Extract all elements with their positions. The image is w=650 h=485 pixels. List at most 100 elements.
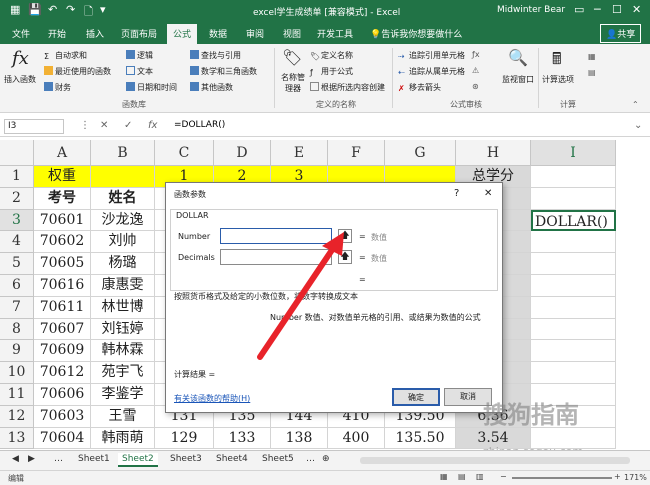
cell-a12[interactable]: 70603 — [34, 405, 91, 428]
more-sheets-icon[interactable]: … — [302, 453, 319, 465]
cell-i10[interactable] — [531, 362, 616, 384]
trace-precedents-button[interactable]: ⇢ 追踪引用单元格 — [398, 50, 465, 61]
recent-functions-button[interactable]: 最近使用的函数 — [44, 66, 111, 77]
page-break-icon[interactable]: ▥ — [476, 472, 484, 481]
row-header-2[interactable]: 2 — [0, 187, 34, 210]
column-header-i[interactable]: I — [531, 140, 616, 166]
page-layout-icon[interactable]: ▤ — [458, 472, 466, 481]
column-header-h[interactable]: H — [456, 140, 531, 166]
cell-a2[interactable]: 考号 — [34, 187, 91, 210]
cell-i7[interactable] — [531, 296, 616, 319]
watch-window-button[interactable]: 监视窗口 — [502, 74, 534, 85]
add-sheet-icon[interactable]: ⊕ — [318, 453, 334, 465]
cell-a9[interactable]: 70609 — [34, 340, 91, 363]
name-manager-button[interactable]: 名称管理器 — [278, 72, 308, 94]
define-name-button[interactable]: 🏷定义名称 — [310, 50, 353, 61]
row-header-9[interactable]: 9 — [0, 340, 34, 363]
autosum-button[interactable]: Σ 自动求和 — [44, 50, 87, 61]
cell-b10[interactable]: 苑宇飞 — [91, 362, 155, 384]
cell-a3[interactable]: 70601 — [34, 209, 91, 232]
insert-function-button[interactable]: 插入函数 — [4, 74, 36, 85]
dialog-close-button[interactable]: ✕ — [484, 188, 492, 199]
cell-b6[interactable]: 康惠雯 — [91, 275, 155, 297]
lookup-button[interactable]: 查找与引用 — [190, 50, 241, 61]
insert-function-fx-button[interactable]: fx — [148, 120, 157, 131]
evaluate-formula-icon[interactable]: ⊛ — [472, 82, 479, 91]
calc-now-icon[interactable]: ▦ — [588, 52, 596, 61]
row-header-10[interactable]: 10 — [0, 362, 34, 384]
trace-dependents-button[interactable]: ⇠ 追踪从属单元格 — [398, 66, 465, 77]
tab-home[interactable]: 开始 — [48, 27, 66, 40]
tab-page-layout[interactable]: 页面布局 — [121, 27, 157, 40]
cell-i8[interactable] — [531, 318, 616, 341]
error-checking-icon[interactable]: ⚠ — [472, 66, 479, 75]
row-header-12[interactable]: 12 — [0, 405, 34, 428]
ribbon-display-icon[interactable]: ▭ — [574, 3, 584, 16]
customize-icon[interactable]: ▾ — [100, 3, 106, 16]
tab-review[interactable]: 审阅 — [246, 27, 264, 40]
prev-sheet-icon[interactable]: ◀ — [8, 453, 23, 465]
zoom-in-icon[interactable]: + — [614, 472, 621, 481]
new-file-icon[interactable]: 🗋 — [84, 3, 93, 22]
insert-function-icon[interactable]: fx — [12, 48, 29, 69]
collapse-dialog-button-2[interactable]: 🡅 — [338, 250, 352, 264]
cell-b11[interactable]: 李鉴学 — [91, 384, 155, 406]
cell-c13[interactable]: 129 — [155, 427, 214, 450]
cell-f13[interactable]: 400 — [328, 427, 385, 450]
cell-b7[interactable]: 林世博 — [91, 296, 155, 319]
normal-view-icon[interactable]: ▦ — [440, 472, 448, 481]
cell-b5[interactable]: 杨璐 — [91, 253, 155, 275]
undo-icon[interactable]: ↶ — [48, 3, 57, 16]
row-header-3[interactable]: 3 — [0, 209, 34, 232]
cell-i6[interactable] — [531, 275, 616, 297]
use-in-formula-button[interactable]: ƒ 用于公式 — [310, 66, 353, 77]
select-all-corner[interactable] — [0, 140, 34, 166]
tab-file[interactable]: 文件 — [12, 27, 30, 40]
close-icon[interactable]: ✕ — [632, 3, 641, 16]
cell-i4[interactable] — [531, 231, 616, 254]
collapse-dialog-button[interactable]: 🡅 — [338, 229, 352, 243]
row-header-4[interactable]: 4 — [0, 231, 34, 254]
column-header-g[interactable]: G — [385, 140, 456, 166]
row-header-13[interactable]: 13 — [0, 427, 34, 450]
redo-icon[interactable]: ↷ — [66, 3, 75, 16]
remove-arrows-button[interactable]: ✗ 移去箭头 — [398, 82, 441, 93]
cell-a4[interactable]: 70602 — [34, 231, 91, 254]
cell-i3[interactable]: DOLLAR() — [531, 209, 616, 232]
cell-b13[interactable]: 韩雨萌 — [91, 427, 155, 450]
tab-developer[interactable]: 开发工具 — [317, 27, 353, 40]
cell-a11[interactable]: 70606 — [34, 384, 91, 406]
column-header-d[interactable]: D — [214, 140, 271, 166]
calc-sheet-icon[interactable]: ▤ — [588, 68, 596, 77]
cell-a7[interactable]: 70611 — [34, 296, 91, 319]
cell-b3[interactable]: 沙龙逸 — [91, 209, 155, 232]
cell-b1[interactable] — [91, 166, 155, 188]
column-header-e[interactable]: E — [271, 140, 328, 166]
sheet-tab-sheet5[interactable]: Sheet5 — [258, 453, 298, 465]
zoom-level[interactable]: 171% — [624, 473, 647, 482]
horizontal-scrollbar[interactable] — [360, 457, 630, 464]
column-header-f[interactable]: F — [328, 140, 385, 166]
row-header-11[interactable]: 11 — [0, 384, 34, 406]
calc-options-button[interactable]: 计算选项 — [542, 74, 574, 85]
cell-a6[interactable]: 70616 — [34, 275, 91, 297]
more-sheets-icon[interactable]: … — [50, 453, 67, 465]
cell-a5[interactable]: 70605 — [34, 253, 91, 275]
zoom-slider[interactable] — [512, 477, 612, 479]
number-input[interactable] — [220, 228, 332, 244]
cell-b8[interactable]: 刘钰婷 — [91, 318, 155, 341]
row-header-8[interactable]: 8 — [0, 318, 34, 341]
minimize-icon[interactable]: ─ — [594, 3, 601, 16]
formula-input[interactable]: =DOLLAR() — [174, 120, 225, 130]
sheet-tab-sheet2[interactable]: Sheet2 — [118, 453, 158, 467]
cell-i5[interactable] — [531, 253, 616, 275]
cell-b4[interactable]: 刘帅 — [91, 231, 155, 254]
cell-a8[interactable]: 70607 — [34, 318, 91, 341]
cell-b12[interactable]: 王雪 — [91, 405, 155, 428]
save-icon[interactable]: 💾 — [28, 3, 42, 16]
text-button[interactable]: 文本 — [126, 66, 153, 77]
user-name[interactable]: Midwinter Bear — [497, 5, 565, 15]
sheet-tab-sheet3[interactable]: Sheet3 — [166, 453, 206, 465]
cell-e13[interactable]: 138 — [271, 427, 328, 450]
math-button[interactable]: 数学和三角函数 — [190, 66, 257, 77]
